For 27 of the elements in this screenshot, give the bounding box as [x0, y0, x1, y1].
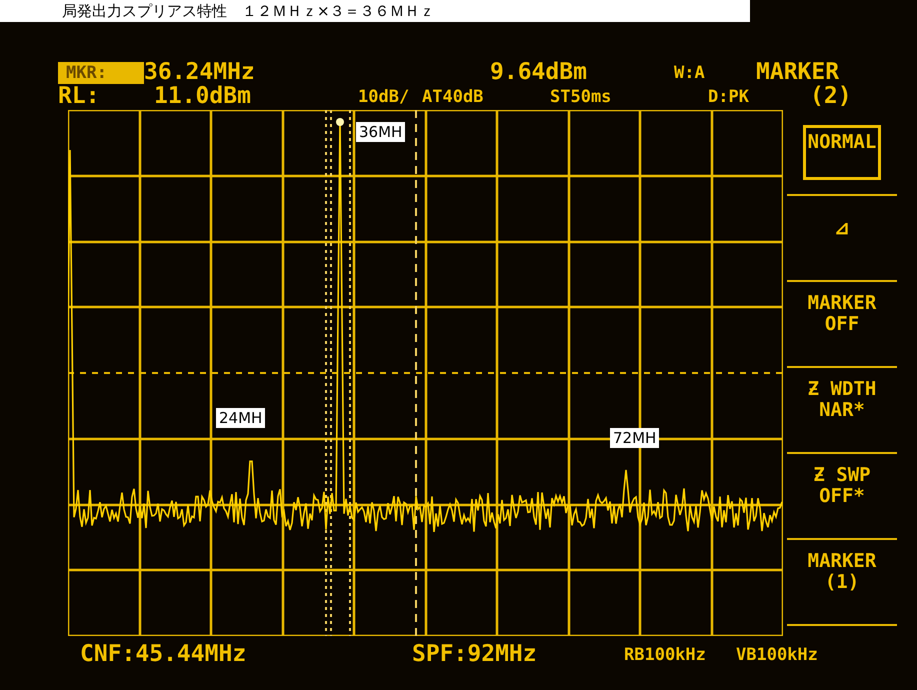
marker-label: MKR:	[58, 62, 144, 84]
softkey[interactable]: MARKER (1)	[802, 544, 882, 620]
marker-level: 9.64dBm	[490, 60, 588, 84]
resolution-bandwidth: RB100kHz	[624, 644, 707, 666]
softkey[interactable]: MARKER OFF	[802, 286, 882, 362]
softkey[interactable]: NORMAL	[802, 124, 882, 180]
softkey[interactable]: Ƶ SWP OFF*	[808, 458, 876, 534]
peak-label: 24MH	[216, 408, 266, 428]
sweep-time: ST50ms	[550, 86, 612, 108]
marker-frequency: 36.24MHz	[144, 60, 256, 84]
menu-title: MARKER	[756, 60, 840, 84]
softkey[interactable]: Ƶ WDTH NAR*	[802, 372, 882, 448]
detector: D:PK	[708, 86, 750, 108]
video-bandwidth: VB100kHz	[736, 644, 818, 666]
frequency-span: SPF:92MHz	[412, 642, 538, 666]
scale: 10dB/	[358, 86, 410, 108]
menu-title-number: (2)	[810, 84, 852, 108]
peak-label: 72MH	[610, 428, 660, 448]
ref-level: 11.0dBm	[154, 84, 252, 108]
softkey[interactable]: ⊿	[829, 210, 855, 266]
attenuation: AT40dB	[422, 86, 484, 108]
peak-label: 36MH	[356, 122, 406, 142]
page-title: 局発出力スプリアス特性 １２ＭＨｚ×３＝３６ＭＨｚ	[0, 0, 750, 22]
center-frequency: CNF:45.44MHz	[80, 642, 248, 666]
ref-label: RL:	[58, 84, 101, 108]
trace-mode: W:A	[674, 62, 706, 84]
marker-dot	[336, 118, 344, 126]
